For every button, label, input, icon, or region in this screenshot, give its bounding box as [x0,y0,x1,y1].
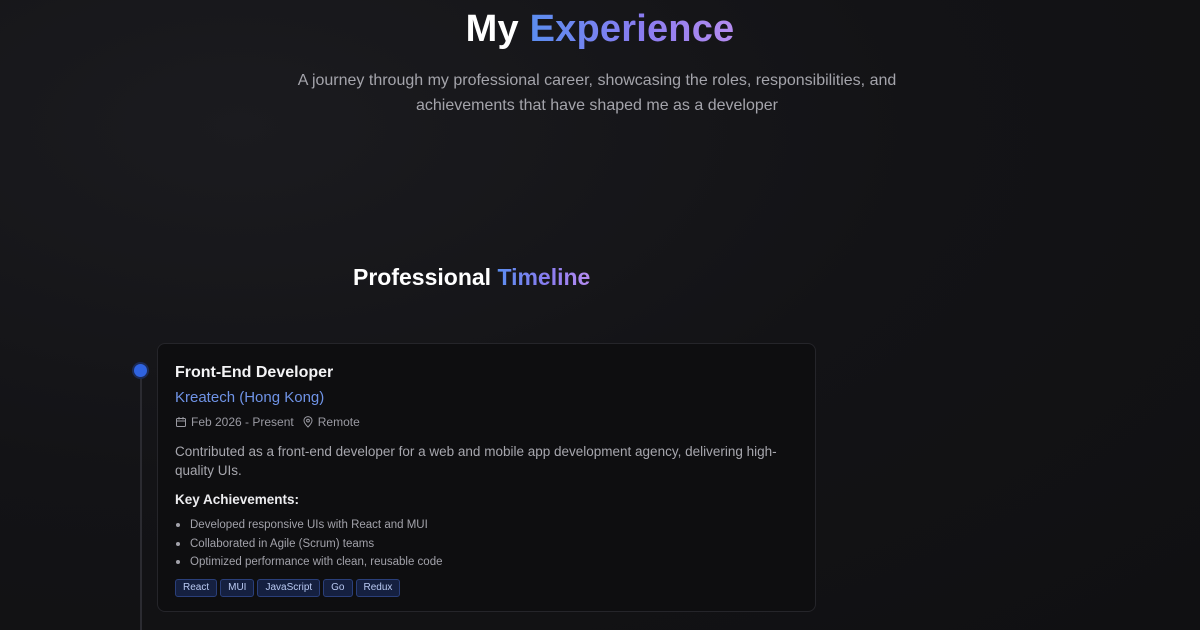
page-title: My Experience [0,8,1200,51]
timeline-heading-plain: Professional [353,264,492,290]
calendar-icon [175,416,187,428]
achievements-list: Developed responsive UIs with React and … [175,516,443,572]
job-description: Contributed as a front-end developer for… [175,444,777,478]
job-role: Front-End Developer [175,364,334,381]
timeline-heading: Professional Timeline [353,264,590,291]
tag-mui: MUI [220,579,255,597]
timeline-line [140,377,142,630]
page-subtitle: A journey through my professional career… [297,72,897,114]
list-item: Optimized performance with clean, reusab… [175,553,443,572]
achievements-heading: Key Achievements: [175,492,300,507]
job-location: Remote [317,415,360,429]
experience-page: My Experience A journey through my profe… [0,0,1200,630]
experience-card: Front-End Developer Kreatech (Hong Kong)… [157,343,816,612]
page-title-plain: My [465,8,519,50]
tag-redux: Redux [355,579,401,597]
job-company: Kreatech (Hong Kong) [175,389,325,406]
job-dates: Feb 2026 - Present [191,415,294,429]
map-pin-icon [302,416,314,428]
page-title-accent: Experience [529,8,735,50]
timeline-dot [134,364,147,377]
timeline-heading-accent: Timeline [497,264,591,290]
tag-react: React [175,579,218,597]
tech-tags: React MUI JavaScript Go Redux [175,579,403,597]
tag-go: Go [323,579,353,597]
job-meta: Feb 2026 - Present Remote [175,415,360,429]
list-item: Developed responsive UIs with React and … [175,516,443,535]
tag-javascript: JavaScript [257,579,321,597]
list-item: Collaborated in Agile (Scrum) teams [175,535,443,554]
